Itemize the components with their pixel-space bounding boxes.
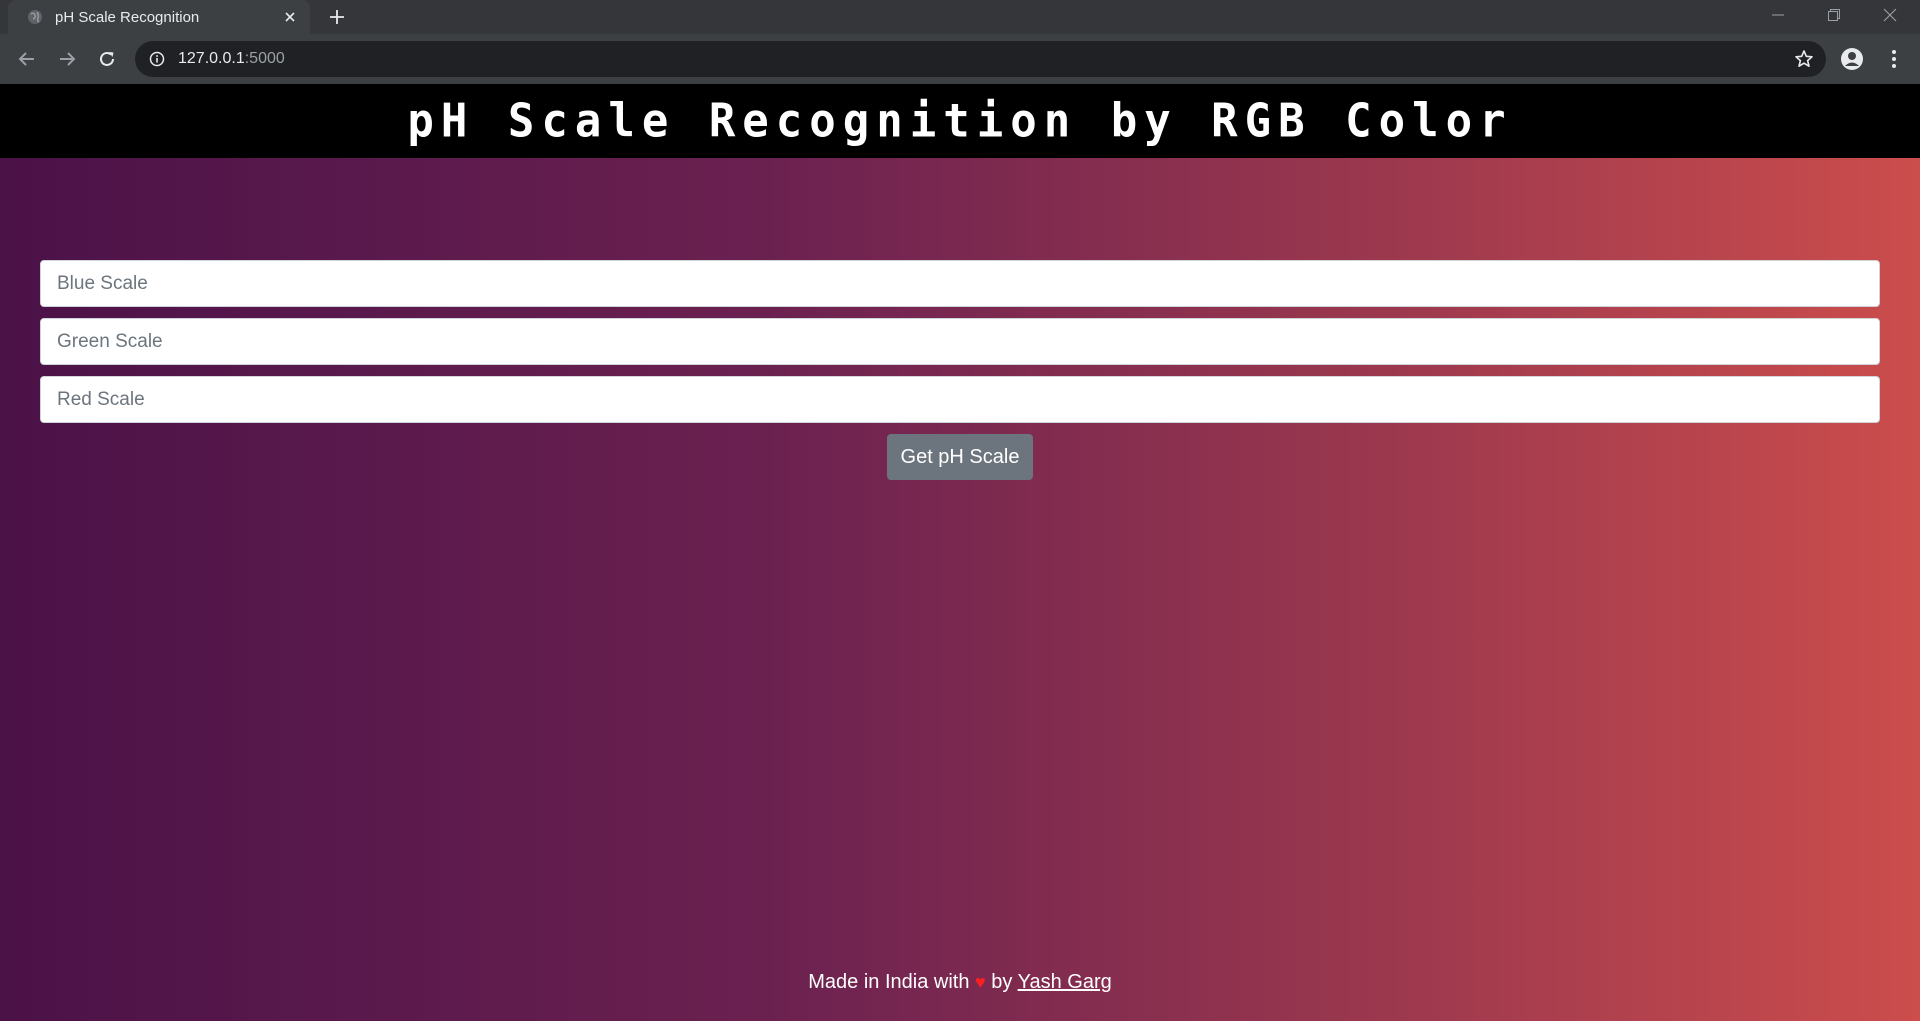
blue-scale-input[interactable] — [40, 260, 1880, 307]
url-text: 127.0.0.1:5000 — [178, 50, 285, 68]
author-link[interactable]: Yash Garg — [1018, 971, 1112, 993]
green-scale-input[interactable] — [40, 318, 1880, 365]
star-icon[interactable] — [1792, 47, 1816, 71]
tab-title: pH Scale Recognition — [55, 8, 200, 26]
minimize-icon[interactable] — [1750, 0, 1806, 30]
footer-by: by — [991, 971, 1013, 993]
browser-toolbar: 127.0.0.1:5000 — [0, 34, 1920, 84]
globe-icon — [27, 9, 43, 25]
forward-arrow-icon[interactable] — [53, 45, 81, 73]
restore-icon[interactable] — [1806, 0, 1862, 30]
close-icon[interactable] — [278, 5, 302, 29]
menu-kebab-icon[interactable] — [1880, 45, 1908, 73]
url-port: :5000 — [244, 50, 285, 67]
back-arrow-icon[interactable] — [13, 45, 41, 73]
account-icon[interactable] — [1838, 45, 1866, 73]
reload-icon[interactable] — [93, 45, 121, 73]
tab-strip: pH Scale Recognition — [0, 0, 1920, 34]
address-bar[interactable]: 127.0.0.1:5000 — [135, 41, 1826, 77]
page-title: pH Scale Recognition by RGB Color — [407, 94, 1513, 148]
red-scale-input[interactable] — [40, 376, 1880, 423]
get-ph-scale-button[interactable]: Get pH Scale — [887, 434, 1033, 480]
url-host: 127.0.0.1 — [178, 50, 245, 67]
plus-icon[interactable] — [325, 5, 349, 29]
rgb-form — [40, 260, 1880, 434]
footer: Made in India with ♥ by Yash Garg — [0, 971, 1920, 994]
page-header: pH Scale Recognition by RGB Color — [0, 84, 1920, 158]
page-viewport: pH Scale Recognition by RGB Color Get pH… — [0, 84, 1920, 1021]
heart-icon: ♥ — [975, 972, 986, 992]
window-close-icon[interactable] — [1862, 0, 1918, 30]
footer-prefix: Made in India with — [808, 971, 970, 993]
browser-tab[interactable]: pH Scale Recognition — [8, 0, 310, 34]
info-icon[interactable] — [149, 51, 165, 67]
